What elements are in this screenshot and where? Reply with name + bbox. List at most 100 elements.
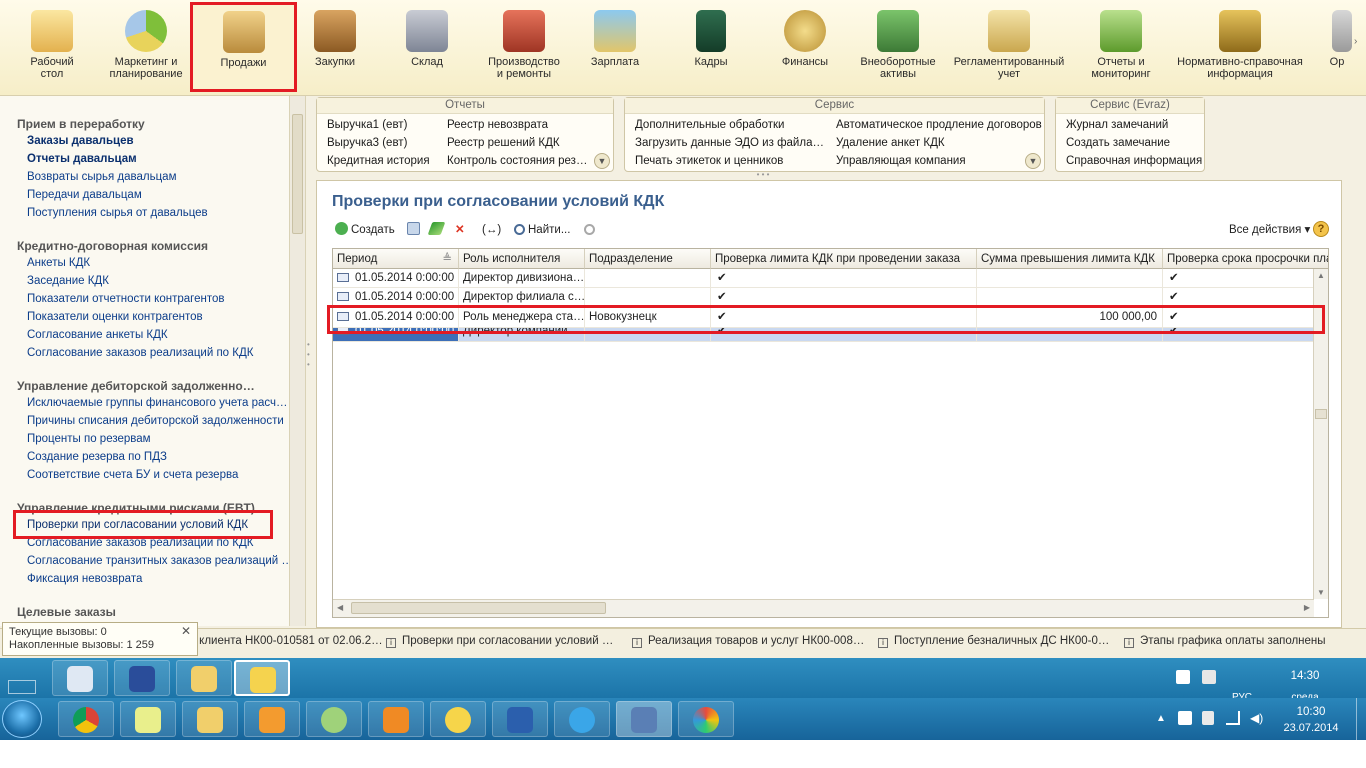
taskbar-button[interactable]: [52, 660, 108, 696]
section-purchases[interactable]: Закупки: [306, 4, 364, 92]
find-button[interactable]: Найти...: [514, 221, 570, 241]
taskbar-button[interactable]: [244, 701, 300, 737]
all-actions-menu[interactable]: Все действия ▾: [1229, 221, 1310, 241]
nav-link[interactable]: Фиксация невозврата: [27, 573, 142, 585]
clock-date[interactable]: 23.07.2014: [1278, 722, 1344, 734]
section-regulated-accounting[interactable]: Регламентированный учет: [950, 4, 1068, 92]
scroll-right-icon[interactable]: ▶: [1304, 603, 1310, 612]
section-hr[interactable]: Кадры: [682, 4, 740, 92]
column-header-limit-excess[interactable]: Сумма превышения лимита КДК: [977, 249, 1163, 269]
nav-link-customer-orders[interactable]: Заказы давальцев: [27, 135, 134, 147]
table-row[interactable]: 01.05.2014 0:00:00 Роль менеджера ста… Н…: [333, 307, 1314, 328]
nav-link[interactable]: Поступления сырья от давальцев: [27, 207, 208, 219]
tray-flag-icon[interactable]: [1178, 711, 1192, 725]
panel-link[interactable]: Выручка1 (евт): [327, 119, 407, 131]
nav-link[interactable]: Передачи давальцам: [27, 189, 142, 201]
panel-link[interactable]: Реестр решений КДК: [447, 137, 560, 149]
windows-logo-icon[interactable]: [8, 680, 36, 694]
taskbar-button[interactable]: [58, 701, 114, 737]
start-button[interactable]: [2, 700, 42, 738]
taskbar-button[interactable]: [554, 701, 610, 737]
interval-button[interactable]: (↔): [482, 221, 501, 241]
scroll-thumb[interactable]: [1315, 409, 1327, 419]
section-production[interactable]: Производство и ремонты: [480, 4, 568, 92]
nav-scrollbar[interactable]: [289, 96, 305, 626]
panel-link[interactable]: Контроль состояния рез…: [447, 155, 587, 167]
edit-button[interactable]: [427, 221, 446, 241]
panel-link[interactable]: Управляющая компания: [836, 155, 966, 167]
scroll-down-icon[interactable]: ▼: [1317, 588, 1325, 597]
column-header-role[interactable]: Роль исполнителя: [459, 249, 585, 269]
panel-link[interactable]: Реестр невозврата: [447, 119, 548, 131]
panel-link[interactable]: Загрузить данные ЭДО из файла…: [635, 137, 824, 149]
signal-icon[interactable]: [1226, 711, 1240, 725]
panel-link[interactable]: Дополнительные обработки: [635, 119, 784, 131]
window-tab[interactable]: i Реализация товаров и услуг НК00-008…: [632, 635, 864, 648]
chevron-down-icon[interactable]: ▼: [1025, 153, 1041, 169]
window-tab-active[interactable]: i Проверки при согласовании условий …: [386, 635, 613, 648]
tray-usb-icon[interactable]: [1202, 711, 1214, 725]
taskbar-button[interactable]: [430, 701, 486, 737]
delete-button[interactable]: ✕: [455, 221, 465, 241]
section-org[interactable]: Ор: [1322, 4, 1352, 92]
nav-link[interactable]: Согласование транзитных заказов реализац…: [27, 555, 293, 567]
nav-link[interactable]: Заседание КДК: [27, 275, 109, 287]
table-row[interactable]: 01.05.2014 0:00:00 Директор дивизиона… ✔…: [333, 269, 1314, 288]
nav-link[interactable]: Согласование заказов реализаций по КДК: [27, 347, 253, 359]
section-warehouse[interactable]: Склад: [398, 4, 456, 92]
nav-link-kdk-checks[interactable]: Проверки при согласовании условий КДК: [27, 519, 248, 531]
help-icon[interactable]: ?: [1313, 221, 1329, 237]
table-horizontal-scrollbar[interactable]: ◀ ▶: [333, 599, 1314, 617]
nav-link[interactable]: Соответствие счета БУ и счета резерва: [27, 469, 238, 481]
panel-link[interactable]: Автоматическое продление договоров: [836, 119, 1042, 131]
tray-network-icon[interactable]: [1202, 670, 1216, 684]
copy-button[interactable]: [407, 221, 423, 241]
nav-link[interactable]: Показатели отчетности контрагентов: [27, 293, 224, 305]
window-tab[interactable]: i Поступление безналичных ДС НК00-0…: [878, 635, 1109, 648]
panel-link[interactable]: Создать замечание: [1066, 137, 1170, 149]
nav-scroll-thumb[interactable]: [292, 114, 303, 234]
taskbar-button-active[interactable]: [234, 660, 290, 696]
scroll-thumb[interactable]: [351, 602, 606, 614]
section-reference-info[interactable]: Нормативно-справочная информация: [1170, 4, 1310, 92]
nav-link[interactable]: Причины списания дебиторской задолженнос…: [27, 415, 284, 427]
panel-link[interactable]: Журнал замечаний: [1066, 119, 1168, 131]
panel-link[interactable]: Печать этикеток и ценников: [635, 155, 783, 167]
panel-link[interactable]: Выручка3 (евт): [327, 137, 407, 149]
panel-link[interactable]: Кредитная история: [327, 155, 430, 167]
column-header-unit[interactable]: Подразделение: [585, 249, 711, 269]
tray-flag-icon[interactable]: [1176, 670, 1190, 684]
taskbar-button[interactable]: [368, 701, 424, 737]
section-marketing[interactable]: Маркетинг и планирование: [100, 4, 192, 92]
scroll-left-icon[interactable]: ◀: [337, 603, 343, 612]
show-hidden-icons-icon[interactable]: ▲: [1156, 713, 1166, 724]
nav-link[interactable]: Показатели оценки контрагентов: [27, 311, 203, 323]
taskbar-button[interactable]: [120, 701, 176, 737]
column-header-limit-check[interactable]: Проверка лимита КДК при проведении заказ…: [711, 249, 977, 269]
volume-icon[interactable]: ◀): [1250, 711, 1263, 725]
data-table[interactable]: Период ≜ Роль исполнителя Подразделение П…: [332, 248, 1329, 618]
table-vertical-scrollbar[interactable]: ▲ ▼: [1313, 269, 1328, 599]
taskbar-button[interactable]: [492, 701, 548, 737]
window-tab[interactable]: i Этапы графика оплаты заполнены: [1124, 635, 1326, 648]
column-header-period[interactable]: Период ≜: [333, 249, 459, 269]
nav-link[interactable]: Согласование заказов реализаций по КДК: [27, 537, 253, 549]
clock-time[interactable]: 10:30: [1280, 706, 1342, 718]
column-header-overdue-check[interactable]: Проверка срока просрочки пла: [1163, 249, 1328, 269]
taskbar-button[interactable]: [678, 701, 734, 737]
toolbar-scroll-right-icon[interactable]: ›: [1354, 36, 1362, 50]
taskbar-button[interactable]: [176, 660, 232, 696]
chevron-down-icon[interactable]: ▼: [594, 153, 610, 169]
nav-link-customer-reports[interactable]: Отчеты давальцам: [27, 153, 137, 165]
section-fixed-assets[interactable]: Внеоборотные активы: [856, 4, 940, 92]
close-icon[interactable]: ✕: [181, 625, 191, 638]
scroll-up-icon[interactable]: ▲: [1317, 271, 1325, 280]
nav-link[interactable]: Возвраты сырья давальцам: [27, 171, 176, 183]
section-finance[interactable]: Финансы: [776, 4, 834, 92]
panel-resize-handle[interactable]: • • •: [748, 171, 778, 179]
nav-resize-handle[interactable]: • • •: [307, 340, 313, 370]
taskbar-button[interactable]: [182, 701, 238, 737]
table-row-selected[interactable]: 01.05.2014 0:00:00 Директор компании … ✔…: [333, 328, 1314, 342]
nav-link[interactable]: Создание резерва по ПДЗ: [27, 451, 167, 463]
nav-link[interactable]: Проценты по резервам: [27, 433, 151, 445]
